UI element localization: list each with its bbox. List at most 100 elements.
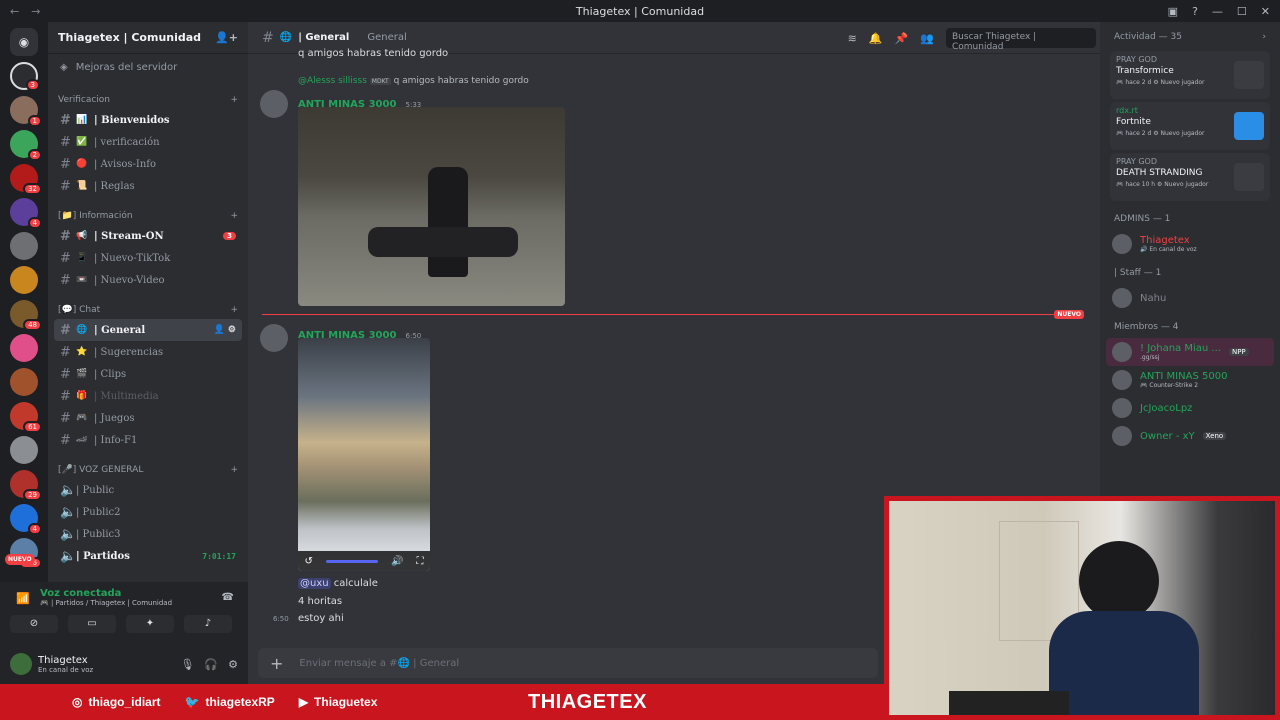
channel-reglas[interactable]: # 📜 | Reglas <box>54 175 242 197</box>
add-channel-icon[interactable]: + <box>230 465 238 475</box>
video-progress-bar[interactable] <box>325 559 378 563</box>
server-icon[interactable] <box>10 266 38 294</box>
voice-channel-public2[interactable]: 🔈 | Public2 <box>54 501 242 523</box>
twitter-icon: 🐦 <box>184 695 200 709</box>
member-item[interactable]: Nahu <box>1106 284 1274 312</box>
category-chat[interactable]: [💬] Chat + <box>48 291 248 319</box>
image-attachment[interactable] <box>298 107 565 306</box>
inbox-icon[interactable]: ▣ <box>1168 5 1178 18</box>
screen-share-icon[interactable]: ▭ <box>68 615 116 633</box>
channel-label: | General <box>94 324 146 336</box>
add-member-icon[interactable]: 👤+ <box>215 31 238 44</box>
avatar[interactable] <box>260 324 288 352</box>
message-composer[interactable]: + Enviar mensaje a #🌐 | General <box>258 648 878 678</box>
channel-topic[interactable]: General <box>367 32 406 43</box>
channel-emoji: 🎁 <box>76 391 88 401</box>
activities-icon[interactable]: ✦ <box>126 615 174 633</box>
add-channel-icon[interactable]: + <box>230 305 238 315</box>
server-icon[interactable]: 4 <box>10 198 42 229</box>
activity-card[interactable]: PRAY GOD DEATH STRANDING 🎮 hace 10 h ⚙ N… <box>1110 153 1270 201</box>
category-voz-general[interactable]: [🎤] VOZ GENERAL + <box>48 451 248 479</box>
member-item[interactable]: Thiagetex 🔊 En canal de voz <box>1106 230 1274 258</box>
camera-off-icon[interactable]: ⊘ <box>10 615 58 633</box>
avatar[interactable] <box>10 653 32 675</box>
new-servers-pill[interactable]: NUEVO <box>5 554 35 565</box>
webcam-overlay <box>884 496 1280 720</box>
channel-settings-icon[interactable]: 👤 ⚙ <box>214 325 236 335</box>
game-thumbnail <box>1234 163 1264 191</box>
new-messages-divider <box>262 314 1084 315</box>
channel-general[interactable]: # 🌐 | General 👤 ⚙ <box>54 319 242 341</box>
headphones-icon[interactable]: 🎧 <box>204 658 218 671</box>
handle-text: thiago_idiart <box>88 695 161 709</box>
add-channel-icon[interactable]: + <box>230 95 238 105</box>
channel-sugerencias[interactable]: # ⭐ | Sugerencias <box>54 341 242 363</box>
category-verificacion[interactable]: Verificacion + <box>48 81 248 109</box>
disconnect-icon[interactable]: ☎ <box>222 592 234 603</box>
activity-card[interactable]: PRAY GOD Transformice 🎮 hace 2 d ⚙ Nuevo… <box>1110 51 1270 99</box>
server-icon[interactable]: 4 <box>10 504 42 535</box>
voice-status-title[interactable]: Voz conectada <box>40 588 238 599</box>
avatar[interactable] <box>260 90 288 118</box>
member-item[interactable]: ! Johana Miau ... .gg/ssj NPP <box>1106 338 1274 366</box>
channel-clips[interactable]: # 🎬 | Clips <box>54 363 242 385</box>
maximize-icon[interactable]: ☐ <box>1237 5 1247 18</box>
user-mention[interactable]: @uxu <box>298 578 331 589</box>
channel-stream-on[interactable]: # 📢 | Stream-ON 3 <box>54 225 242 247</box>
server-icon[interactable]: 3 <box>10 62 40 91</box>
activity-header[interactable]: Actividad — 35 › <box>1106 22 1274 48</box>
member-item[interactable]: Owner - xY Xeno <box>1106 422 1274 450</box>
close-icon[interactable]: ✕ <box>1261 5 1270 18</box>
voice-channel-public[interactable]: 🔈 | Public <box>54 479 242 501</box>
voice-status-sub[interactable]: 🎮 | Partidos / Thiagetex | Comunidad <box>40 599 238 607</box>
window-title: Thiagetex | Comunidad <box>575 4 705 18</box>
server-icon[interactable]: 29 <box>10 470 42 501</box>
channel-avisos-info[interactable]: # 🔴 | Avisos-Info <box>54 153 242 175</box>
gear-icon[interactable]: ⚙ <box>228 658 238 671</box>
search-input[interactable]: Buscar Thiagetex | Comunidad <box>946 28 1096 52</box>
channel-nuevo-video[interactable]: # 📼 | Nuevo-Video <box>54 269 242 291</box>
server-icon[interactable]: 32 <box>10 164 42 195</box>
channel-juegos[interactable]: # 🎮 | Juegos <box>54 407 242 429</box>
microphone-icon[interactable]: 🎙 <box>180 658 194 671</box>
soundboard-icon[interactable]: ♪ <box>184 615 232 633</box>
pin-icon[interactable]: 📌 <box>895 32 909 45</box>
guild-header[interactable]: Thiagetex | Comunidad 👤+ <box>48 22 248 54</box>
server-icon[interactable]: 48 <box>10 300 42 331</box>
replay-icon[interactable]: ↺ <box>305 556 313 567</box>
minimize-icon[interactable]: — <box>1212 5 1223 18</box>
activity-card[interactable]: rdx.rt Fortnite 🎮 hace 2 d ⚙ Nuevo jugad… <box>1110 102 1270 150</box>
server-icon[interactable] <box>10 436 38 464</box>
members-icon[interactable]: 👥 <box>920 32 934 45</box>
server-icon[interactable] <box>10 232 38 260</box>
discord-home-icon[interactable]: ◉ <box>10 28 38 56</box>
server-icon[interactable]: 2 <box>10 130 42 161</box>
attach-plus-icon[interactable]: + <box>270 654 283 673</box>
server-icon[interactable] <box>10 368 38 396</box>
channel-multimedia[interactable]: # 🎁 | Multimedia <box>54 385 242 407</box>
server-boost[interactable]: ◈ Mejoras del servidor <box>48 54 248 81</box>
bell-icon[interactable]: 🔔 <box>869 32 883 45</box>
video-attachment[interactable]: ↺ 🔊 ⛶ <box>298 338 430 571</box>
server-icon[interactable]: 1 <box>10 96 42 127</box>
category-informacion[interactable]: [📁] Información + <box>48 197 248 225</box>
member-item[interactable]: ANTI MINAS 5000 🎮 Counter-Strike 2 <box>1106 366 1274 394</box>
volume-icon[interactable]: 🔊 <box>391 556 403 567</box>
channel-nuevo-tiktok[interactable]: # 📱 | Nuevo-TikTok <box>54 247 242 269</box>
chevron-right-icon[interactable]: › <box>1262 32 1266 42</box>
reply-preview[interactable]: @Alesss sillisss MDKT q amigos habras te… <box>298 76 529 86</box>
member-item[interactable]: JcJoacoLpz <box>1106 394 1274 422</box>
voice-channel-partidos[interactable]: 🔈 | Partidos 7:01:17 <box>54 545 242 567</box>
channel-info-f1[interactable]: # 🏎 | Info-F1 <box>54 429 242 451</box>
channel-verificacion[interactable]: # ✅ | verificación <box>54 131 242 153</box>
reply-author[interactable]: @Alesss sillisss <box>298 76 367 86</box>
server-icon[interactable] <box>10 334 38 362</box>
server-icon[interactable]: 61 <box>10 402 42 433</box>
add-channel-icon[interactable]: + <box>230 211 238 221</box>
fullscreen-icon[interactable]: ⛶ <box>416 556 423 567</box>
help-icon[interactable]: ? <box>1192 5 1198 18</box>
user-info[interactable]: Thiagetex En canal de voz <box>38 655 93 674</box>
voice-channel-public3[interactable]: 🔈 | Public3 <box>54 523 242 545</box>
threads-icon[interactable]: ≋ <box>848 32 857 45</box>
channel-bienvenidos[interactable]: # 📊 | Bienvenidos <box>54 109 242 131</box>
